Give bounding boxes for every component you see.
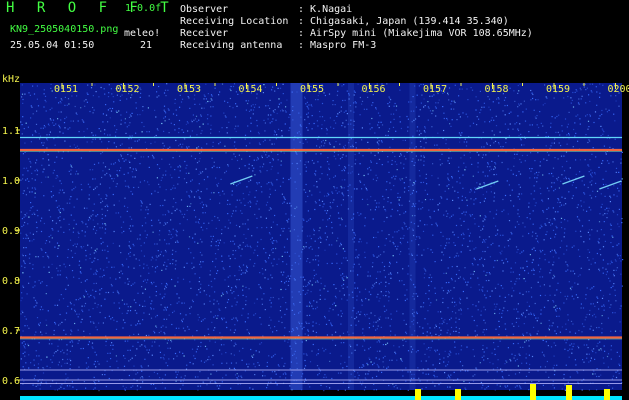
signal-peak (604, 389, 610, 400)
x-tick-label: 0155 (300, 84, 324, 95)
datetime-label: 25.05.04 01:50 (10, 40, 95, 51)
y-tick-label: 0.7 (2, 326, 20, 337)
vertical-band (290, 83, 303, 390)
x-tick-label: 0154 (239, 84, 263, 95)
vertical-band-faint (348, 83, 354, 390)
x-tick-label: 0158 (485, 84, 509, 95)
y-axis-unit: kHz (2, 74, 21, 85)
y-tick-label: 1.1 (2, 126, 20, 137)
info-value-observer: : K.Nagai (298, 4, 353, 15)
y-tick-label: 0.9 (2, 226, 20, 237)
signal-peak (455, 389, 461, 400)
plot-background (20, 83, 622, 390)
info-value-antenna: : Maspro FM-3 (298, 40, 377, 51)
mode-value: 21 (140, 40, 153, 51)
vertical-band-faint (409, 83, 416, 390)
y-tick-label: 1.0 (2, 176, 20, 187)
mode-label: meleo! (124, 28, 161, 39)
y-tick-label: 0.6 (2, 376, 20, 387)
info-label-receiver: Receiver (180, 28, 229, 39)
x-tick-label: 0200 (608, 84, 629, 95)
version-label: 1.0.0f (125, 3, 162, 14)
x-tick-label: 0151 (54, 84, 78, 95)
info-label-antenna: Receiving antenna (180, 40, 283, 51)
info-label-location: Receiving Location (180, 16, 289, 27)
signal-peak (415, 389, 421, 400)
info-value-receiver: : AirSpy mini (Miakejima VOR 108.65MHz) (298, 28, 533, 39)
x-tick-label: 0153 (177, 84, 201, 95)
signal-peak (530, 384, 536, 400)
filename-label: KN9_2505040150.png (10, 24, 119, 35)
x-tick-label: 0156 (362, 84, 386, 95)
x-tick-label: 0159 (546, 84, 570, 95)
spectrogram-plot: 1.1 1.0 0.9 0.8 0.7 0.6 0151 0152 0153 0154 0155 01… (0, 75, 629, 400)
signal-peak (566, 385, 572, 400)
info-value-location: : Chigasaki, Japan (139.414 35.340) (298, 16, 509, 27)
x-tick-label: 0157 (423, 84, 447, 95)
spectrogram-svg: 1.1 1.0 0.9 0.8 0.7 0.6 0151 0152 0153 0154 0155 01… (2, 83, 629, 400)
y-tick-label: 0.8 (2, 276, 20, 287)
info-label-observer: Observer (180, 4, 229, 15)
header-panel: H R O F F T 1.0.0f KN9_2505040150.png 25… (0, 0, 629, 75)
x-tick-label: 0152 (116, 84, 140, 95)
